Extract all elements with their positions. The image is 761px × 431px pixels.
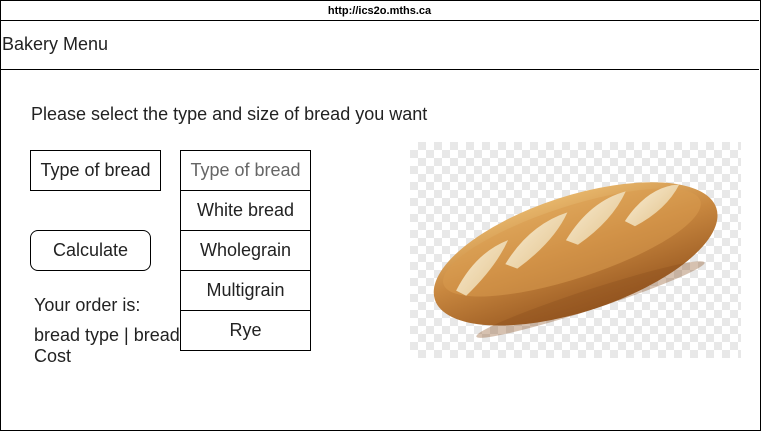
bread-type-label-text: Type of bread bbox=[40, 160, 151, 180]
baguette-image bbox=[410, 142, 741, 358]
baguette-illustration bbox=[433, 182, 718, 338]
calculate-button[interactable]: Calculate bbox=[30, 230, 151, 271]
dropdown-option-wholegrain[interactable]: Wholegrain bbox=[181, 231, 310, 271]
instruction-text: Please select the type and size of bread… bbox=[31, 104, 428, 124]
dropdown-option-label: Rye bbox=[229, 320, 262, 340]
dropdown-placeholder-text: Type of bread bbox=[190, 160, 301, 180]
dropdown-option-rye[interactable]: Rye bbox=[181, 311, 310, 350]
bread-type-dropdown[interactable]: Type of bread White bread Wholegrain Mul… bbox=[180, 150, 311, 351]
bread-type-label: Type of bread bbox=[30, 150, 161, 191]
url-bar[interactable]: http://ics2o.mths.ca bbox=[0, 0, 759, 21]
dropdown-option-label: Multigrain bbox=[206, 280, 285, 300]
dropdown-placeholder[interactable]: Type of bread bbox=[181, 151, 310, 191]
page-title: Bakery Menu bbox=[2, 34, 109, 54]
dropdown-option-white-bread[interactable]: White bread bbox=[181, 191, 310, 231]
page-header: Bakery Menu bbox=[0, 21, 759, 70]
order-label: Your order is: bbox=[34, 295, 141, 315]
dropdown-option-multigrain[interactable]: Multigrain bbox=[181, 271, 310, 311]
dropdown-option-label: Wholegrain bbox=[199, 240, 292, 260]
order-cost: Cost bbox=[34, 346, 72, 366]
order-detail: bread type | bread bbox=[34, 325, 180, 345]
calculate-button-label: Calculate bbox=[52, 240, 129, 260]
dropdown-option-label: White bread bbox=[196, 200, 295, 220]
url-text: http://ics2o.mths.ca bbox=[327, 5, 432, 17]
